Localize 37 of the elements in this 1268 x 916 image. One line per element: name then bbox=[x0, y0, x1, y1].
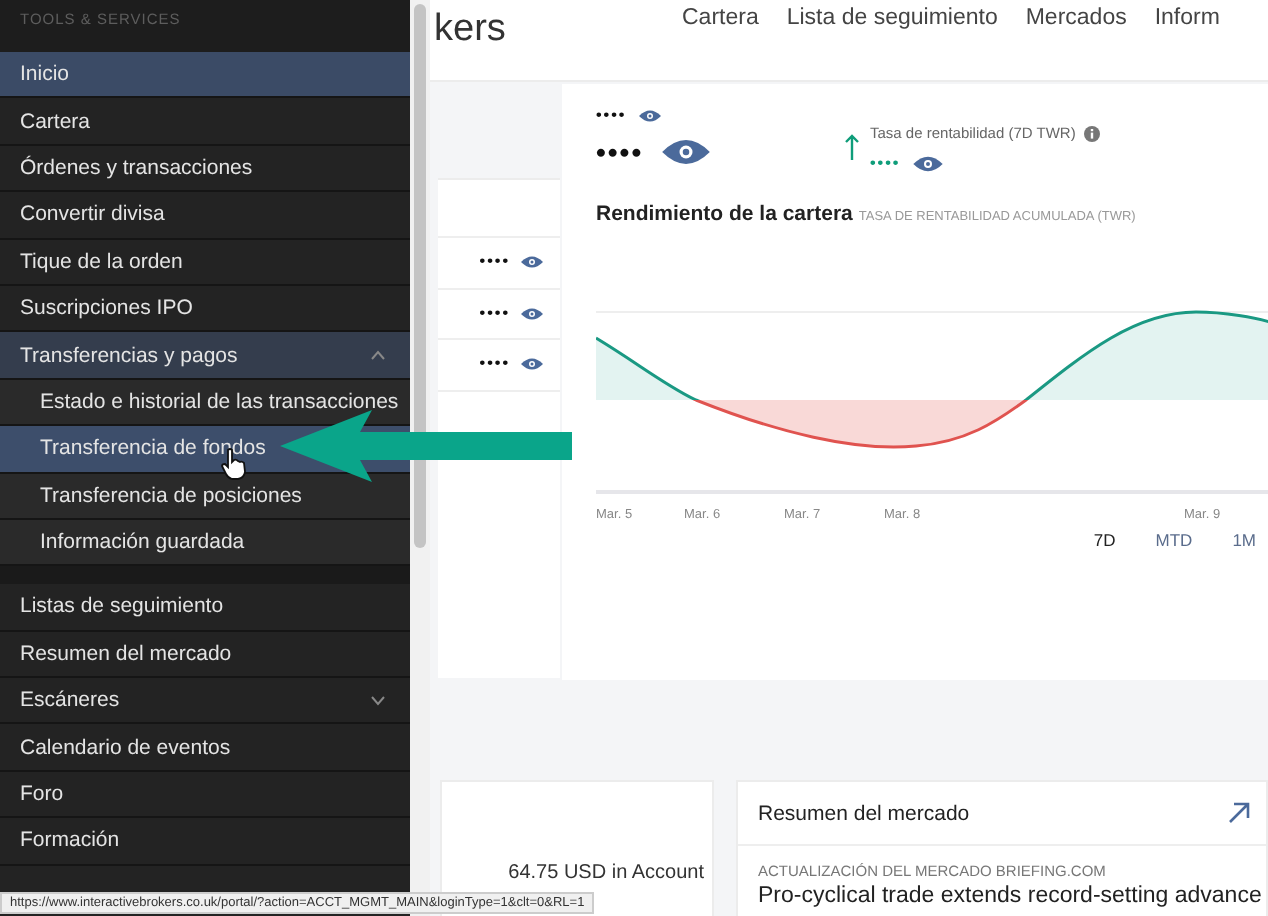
news-headline[interactable]: Pro-cyclical trade extends record-setting advance bbox=[738, 880, 1266, 908]
period-tab[interactable]: 1M bbox=[1220, 526, 1268, 554]
masked-value: •••• bbox=[479, 356, 510, 373]
eye-icon[interactable] bbox=[520, 305, 544, 322]
nav-link[interactable]: Lista de seguimiento bbox=[786, 6, 998, 30]
pointer-arrow-icon bbox=[280, 410, 572, 482]
sidebar-item[interactable]: Inicio bbox=[0, 52, 410, 99]
chart-title: Rendimiento de la cartera bbox=[596, 202, 853, 226]
masked-value: •••• bbox=[479, 254, 510, 271]
up-arrow-icon bbox=[844, 134, 860, 162]
nav-link[interactable]: Cartera bbox=[682, 6, 759, 30]
eye-icon[interactable] bbox=[520, 356, 544, 373]
period-tab[interactable]: 7D bbox=[1081, 526, 1128, 554]
expand-icon[interactable] bbox=[1228, 802, 1250, 824]
masked-value: •••• bbox=[870, 156, 901, 172]
eye-icon[interactable] bbox=[659, 136, 712, 168]
account-text: 64.75 USD in Account bbox=[508, 862, 706, 884]
period-tab[interactable]: MTD bbox=[1143, 526, 1205, 554]
logo-text: kers bbox=[432, 6, 508, 52]
eye-icon[interactable] bbox=[520, 254, 544, 271]
chevron-icon bbox=[370, 350, 386, 361]
info-icon[interactable] bbox=[1083, 125, 1100, 141]
sidebar-subitem[interactable]: Estado e historial de las transacciones bbox=[0, 379, 410, 427]
masked-value: •••• bbox=[479, 305, 510, 322]
eye-icon[interactable] bbox=[912, 154, 945, 174]
chevron-icon bbox=[370, 695, 386, 706]
sidebar-item[interactable]: Escáneres bbox=[0, 678, 410, 725]
masked-value: •••• bbox=[596, 138, 644, 166]
masked-value: •••• bbox=[596, 108, 627, 124]
sidebar-subitem[interactable]: Información guardada bbox=[0, 519, 410, 567]
nav-link[interactable]: Mercados bbox=[1025, 6, 1127, 30]
nav-link[interactable]: Inform bbox=[1154, 6, 1220, 30]
eye-icon[interactable] bbox=[638, 108, 663, 124]
scrollbar-thumb[interactable] bbox=[414, 4, 426, 548]
sidebar-item[interactable]: Transferencias y pagos bbox=[0, 332, 410, 380]
sidebar-subitem[interactable]: Transferencia de posiciones bbox=[0, 473, 410, 520]
card-title: Resumen del mercado bbox=[758, 801, 970, 825]
